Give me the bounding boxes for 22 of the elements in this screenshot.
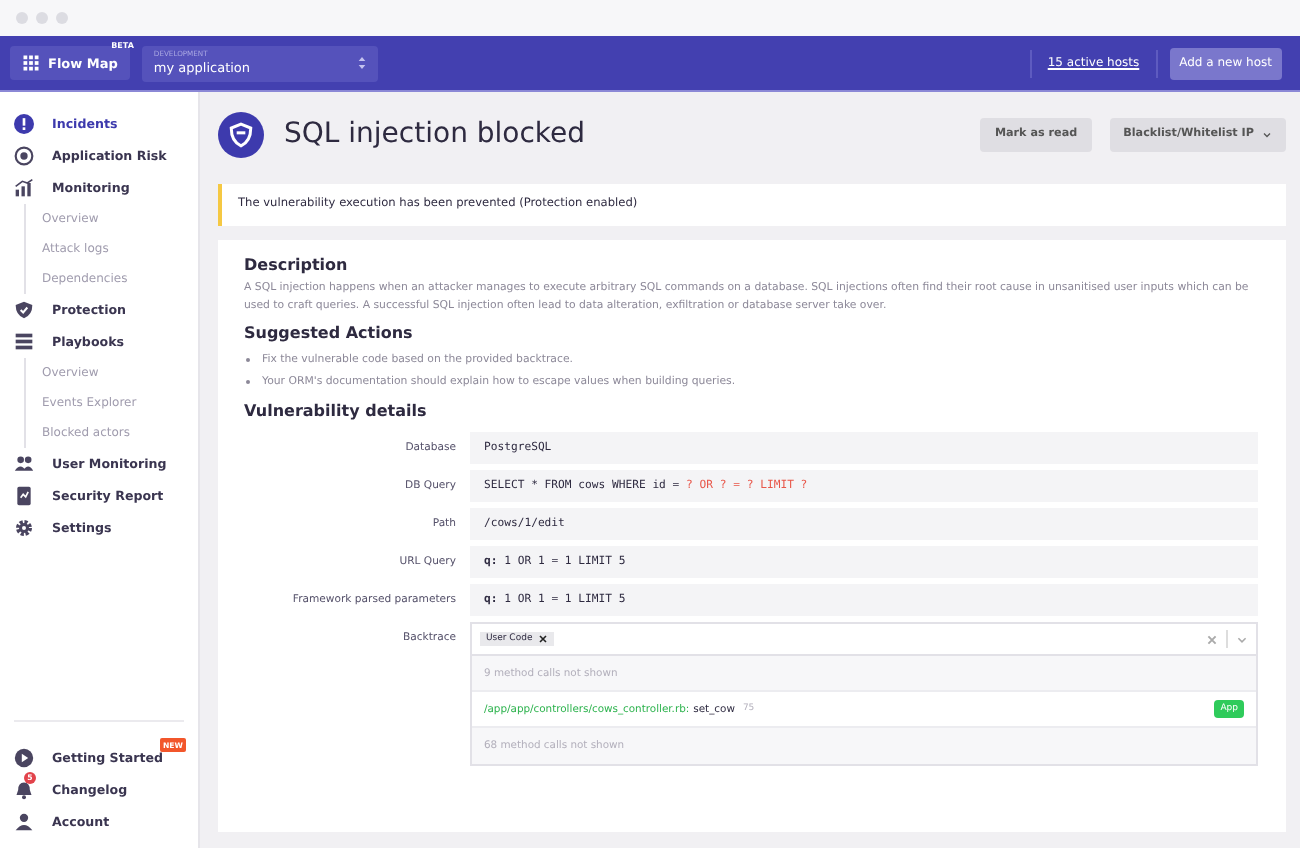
bell-icon [14, 780, 34, 800]
grid-icon [22, 54, 40, 72]
remove-icon[interactable] [538, 634, 549, 644]
clear-icon[interactable] [1206, 633, 1218, 645]
page-title: SQL injection blocked [284, 118, 586, 150]
settings-icon [14, 518, 34, 538]
caret-icon [1262, 129, 1272, 139]
bar-chart-icon [14, 178, 34, 198]
list-icon [14, 332, 34, 352]
person-icon [14, 812, 34, 832]
section-heading: Description [244, 256, 350, 274]
shield-check-icon [14, 300, 34, 320]
report-icon [14, 486, 34, 506]
section-heading: Suggested Actions [244, 324, 415, 342]
users-icon [14, 454, 34, 474]
target-icon [14, 146, 34, 166]
alert-icon [14, 114, 34, 134]
chevron-down-icon[interactable] [1236, 633, 1248, 645]
shield-logo-icon [218, 111, 264, 157]
section-heading: Vulnerability details [244, 402, 429, 420]
play-icon [14, 748, 34, 768]
up-down-arrow-icon [357, 56, 366, 70]
